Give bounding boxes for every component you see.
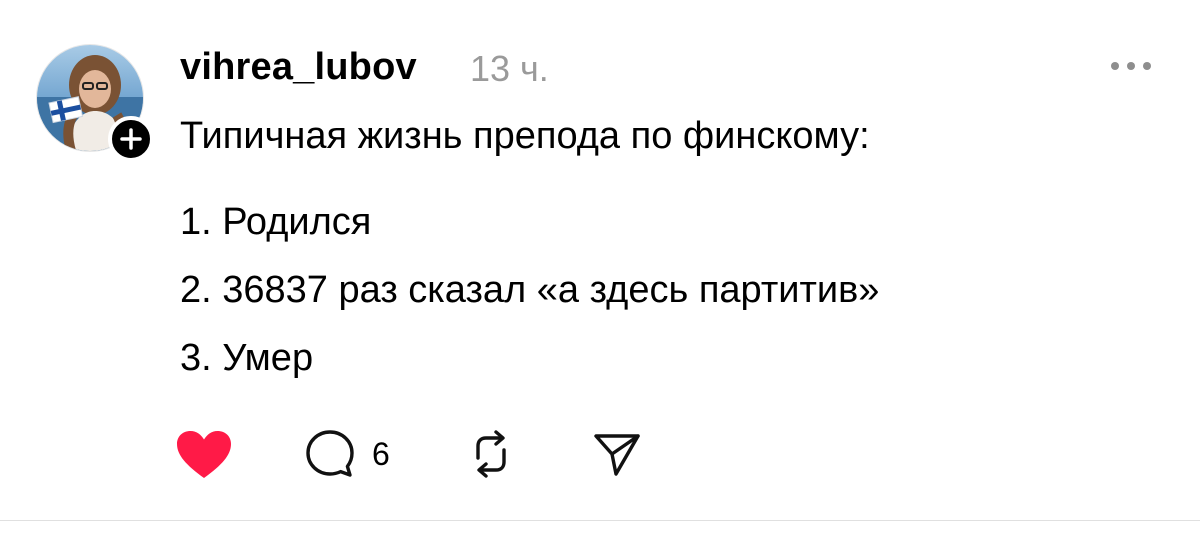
thread-post: vihrea_lubov 13 ч. Типичная жизнь препод… — [0, 0, 1200, 518]
author-username[interactable]: vihrea_lubov — [180, 46, 417, 89]
more-dots-icon — [1111, 62, 1151, 70]
like-button[interactable] — [176, 430, 232, 480]
post-divider — [0, 520, 1200, 521]
more-options-button[interactable] — [1108, 58, 1154, 74]
plus-icon — [120, 128, 142, 150]
follow-button[interactable] — [108, 116, 154, 162]
post-list-item: 3. Умер — [180, 337, 314, 379]
repost-button[interactable] — [466, 428, 516, 480]
comment-bubble-icon — [306, 430, 354, 477]
heart-icon — [177, 431, 231, 478]
post-text-intro: Типичная жизнь препода по финскому: — [180, 115, 870, 157]
post-timestamp: 13 ч. — [470, 48, 549, 89]
repost-icon — [476, 430, 506, 478]
comment-button[interactable] — [304, 428, 356, 480]
comment-count: 6 — [372, 436, 390, 472]
send-icon — [594, 434, 640, 476]
avatar-container[interactable] — [36, 44, 154, 162]
post-list-item: 2. 36837 раз сказал «а здесь партитив» — [180, 269, 880, 311]
post-list-item: 1. Родился — [180, 201, 372, 243]
share-button[interactable] — [592, 430, 642, 478]
